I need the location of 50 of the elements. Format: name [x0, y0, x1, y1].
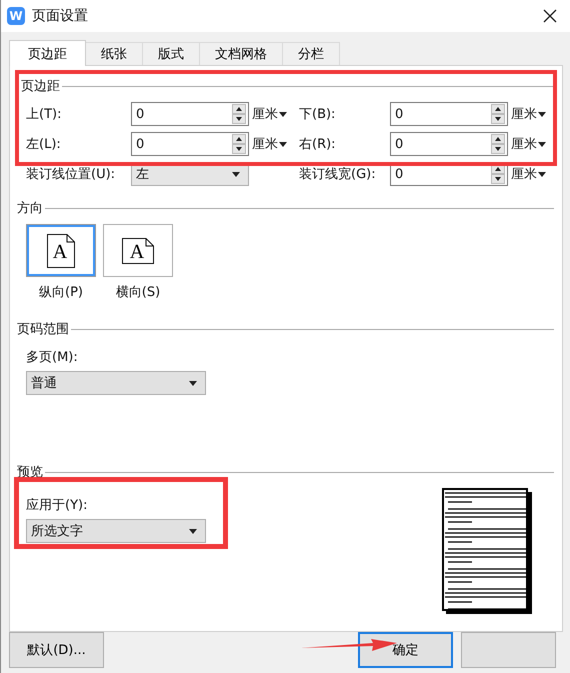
spin-down-icon[interactable]: [491, 144, 505, 154]
unit-label[interactable]: 厘米: [511, 105, 537, 123]
spin-up-icon[interactable]: [491, 104, 505, 114]
orientation-label: 纵向(P): [39, 284, 83, 301]
unit-label[interactable]: 厘米: [252, 135, 278, 153]
field-label: 多页(M):: [26, 349, 79, 366]
dropdown-caret-icon: [232, 172, 240, 176]
orientation-label: 横向(S): [116, 284, 160, 301]
tab[interactable]: 分栏: [282, 42, 340, 65]
dropdown-caret-icon: [189, 528, 197, 534]
number-field[interactable]: 0: [131, 132, 249, 156]
dropdown[interactable]: 所选文字: [26, 519, 206, 543]
dialog-button[interactable]: 确定: [358, 632, 453, 668]
window-title: 页面设置: [32, 7, 88, 25]
dropdown-caret-icon: [538, 172, 546, 176]
tab[interactable]: 页边距: [9, 40, 86, 66]
number-field[interactable]: 0: [131, 102, 249, 126]
dropdown-caret-icon: [189, 380, 197, 386]
field-label: 右(R):: [299, 136, 337, 153]
section-title: 页边距: [21, 78, 60, 95]
orientation-button[interactable]: A: [26, 224, 96, 277]
field-label: 装订线位置(U):: [26, 166, 116, 183]
unit-label[interactable]: 厘米: [252, 105, 278, 123]
field-label: 应用于(Y):: [26, 497, 88, 514]
dropdown-caret-icon: [538, 112, 546, 116]
dropdown-caret-icon: [538, 142, 546, 146]
spin-down-icon[interactable]: [491, 174, 505, 184]
dialog-button[interactable]: 默认(D)...: [9, 632, 104, 668]
close-icon[interactable]: [543, 9, 557, 23]
number-field[interactable]: 0: [390, 102, 508, 126]
orientation-button[interactable]: A: [103, 224, 173, 277]
section-title: 方向: [17, 200, 43, 217]
field-label: 上(T):: [26, 106, 62, 123]
spin-up-icon[interactable]: [232, 134, 246, 144]
number-field[interactable]: 0: [390, 132, 508, 156]
app-logo: W: [7, 7, 25, 25]
section-title: 页码范围: [17, 321, 69, 338]
dropdown[interactable]: 普通: [26, 371, 206, 395]
field-label: 左(L):: [26, 136, 62, 153]
spin-up-icon[interactable]: [491, 134, 505, 144]
spin-down-icon[interactable]: [232, 114, 246, 124]
field-label: 装订线宽(G):: [299, 166, 377, 183]
dropdown-caret-icon: [279, 142, 287, 146]
unit-label[interactable]: 厘米: [511, 135, 537, 153]
spin-up-icon[interactable]: [232, 104, 246, 114]
field-label: 下(B):: [299, 106, 336, 123]
spin-down-icon[interactable]: [232, 144, 246, 154]
spin-down-icon[interactable]: [491, 114, 505, 124]
unit-label[interactable]: 厘米: [511, 165, 537, 183]
dropdown-caret-icon: [279, 112, 287, 116]
